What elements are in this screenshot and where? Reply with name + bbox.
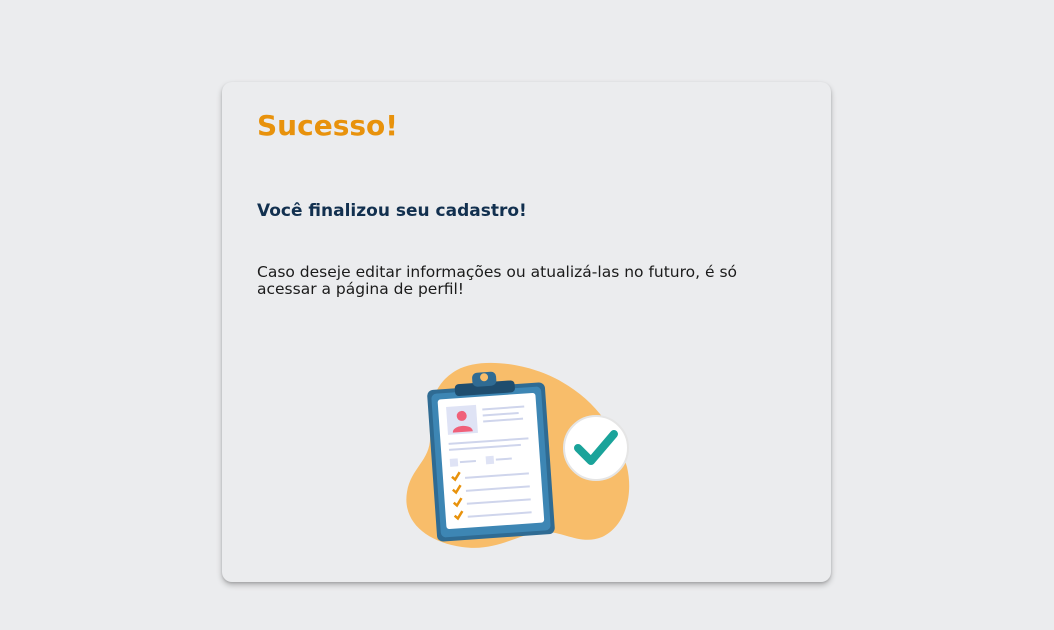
success-message: Caso deseje editar informações ou atuali… xyxy=(257,263,738,298)
success-title: Sucesso! xyxy=(257,109,399,142)
clipboard-success-illustration xyxy=(402,362,652,552)
success-subtitle: Você finalizou seu cadastro! xyxy=(257,201,527,221)
success-card: Sucesso! Você finalizou seu cadastro! Ca… xyxy=(222,82,831,582)
clipboard-illustration-icon xyxy=(406,362,630,548)
